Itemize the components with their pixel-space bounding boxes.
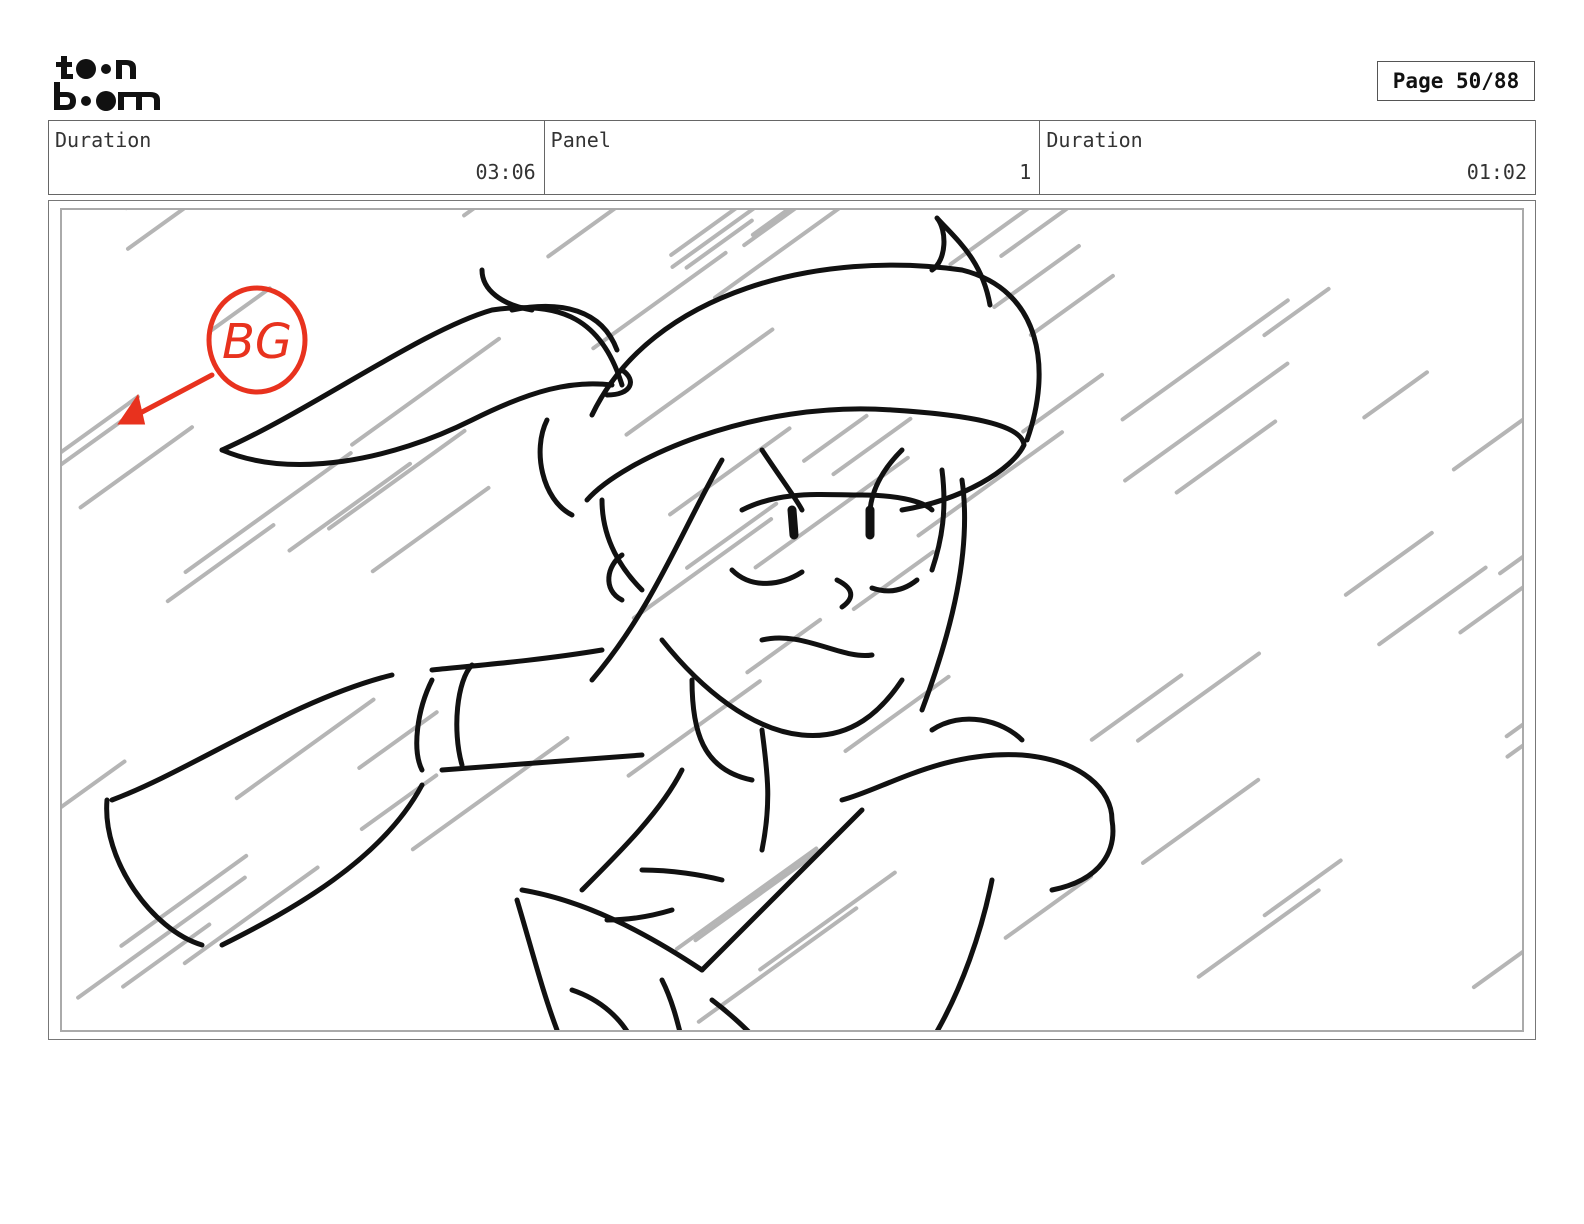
- storyboard-drawing: BG: [62, 210, 1522, 1030]
- page-number: Page 50/88: [1377, 61, 1535, 101]
- panel-info-row: Duration 03:06 Panel 1 Duration 01:02: [48, 120, 1536, 195]
- rain-streak: [992, 244, 1081, 309]
- rain-streak: [685, 501, 779, 570]
- toon-boom-logo: [50, 52, 170, 114]
- rain-streak: [1343, 530, 1434, 597]
- rain-streak: [182, 865, 320, 966]
- rain-streak: [327, 428, 467, 531]
- rain-streak: [684, 218, 754, 270]
- rain-streak: [713, 210, 841, 300]
- rain-streak: [674, 846, 819, 951]
- rain-streak: [1458, 585, 1522, 635]
- duration-label: Duration: [55, 128, 152, 152]
- rain-streak: [287, 461, 412, 553]
- rain-streak: [1451, 417, 1522, 472]
- rain-streak: [410, 736, 570, 852]
- rain-streak: [693, 848, 823, 943]
- panel-value: 1: [1019, 160, 1032, 184]
- rain-streak: [802, 413, 869, 463]
- duration-label: Duration: [1046, 128, 1143, 152]
- duration-value: 03:06: [475, 160, 536, 184]
- rain-streak: [165, 523, 276, 604]
- rain-streak: [1498, 555, 1522, 576]
- panel-duration-cell: Duration 01:02: [1040, 121, 1535, 194]
- rain-streak: [1028, 273, 1115, 337]
- rain-streak: [1136, 651, 1261, 743]
- rain-streak: [1003, 874, 1093, 940]
- rain-streak: [851, 549, 936, 611]
- rain-streak: [1471, 949, 1522, 990]
- rain-streak: [1262, 858, 1343, 918]
- scene-duration-cell: Duration 03:06: [49, 121, 545, 194]
- rain-streak: [234, 697, 376, 801]
- rain-streak: [350, 336, 501, 447]
- rain-streak: [1141, 777, 1261, 865]
- rain-streak: [696, 906, 859, 1024]
- panel-number-cell: Panel 1: [545, 121, 1041, 194]
- rain-streak: [462, 210, 476, 218]
- rain-streak: [1123, 361, 1290, 483]
- bg-annotation-text: BG: [222, 314, 292, 370]
- rain-streak: [758, 870, 897, 972]
- rain-streak: [1089, 673, 1184, 742]
- rain-streak: [370, 485, 491, 574]
- rain-streak: [126, 210, 186, 251]
- rain-streak: [183, 451, 353, 574]
- rain-streak: [1362, 370, 1429, 420]
- rain-streak: [1504, 722, 1522, 739]
- rain-streak: [1120, 298, 1290, 422]
- rain-streak: [745, 617, 823, 675]
- panel-label: Panel: [550, 128, 611, 152]
- rain-streak: [631, 517, 774, 620]
- rain-streak: [916, 430, 1064, 538]
- rain-streak: [1196, 888, 1321, 979]
- rain-streak: [1377, 565, 1488, 647]
- storyboard-panel: BG: [60, 208, 1524, 1032]
- duration-value: 01:02: [1466, 160, 1528, 184]
- rain-streak: [357, 710, 439, 770]
